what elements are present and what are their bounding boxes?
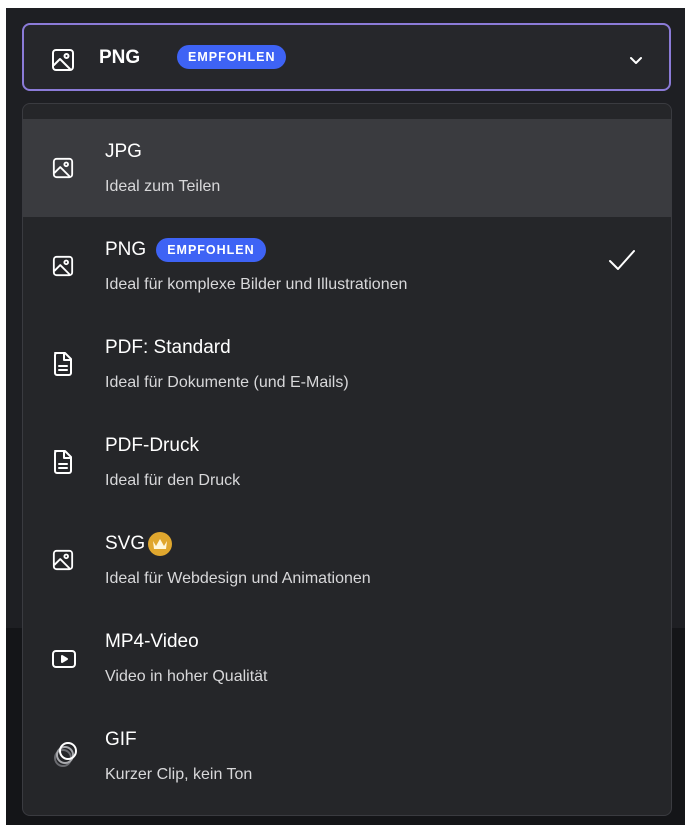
video-icon — [52, 649, 76, 674]
image-icon — [52, 157, 74, 184]
document-icon — [52, 449, 74, 480]
image-icon — [52, 549, 74, 576]
option-description: Ideal für den Druck — [105, 472, 241, 489]
option-title: JPG — [105, 141, 142, 162]
option-jpg[interactable]: JPG Ideal zum Teilen — [23, 119, 671, 217]
option-description: Video in hoher Qualität — [105, 668, 268, 685]
option-description: Ideal für Dokumente (und E-Mails) — [105, 374, 349, 391]
option-title: SVG — [105, 533, 146, 554]
file-type-select[interactable]: PNG EMPFOHLEN — [22, 23, 671, 91]
image-icon — [52, 255, 74, 282]
recommended-badge: EMPFOHLEN — [177, 45, 287, 69]
option-title: MP4-Video — [105, 631, 199, 652]
document-icon — [52, 351, 74, 382]
file-type-dropdown: JPG Ideal zum Teilen PNG EMPFOHLEN Ideal… — [22, 103, 672, 816]
option-title: PDF: Standard — [105, 337, 231, 358]
option-pdf-print[interactable]: PDF-Druck Ideal für den Druck — [23, 413, 671, 511]
image-icon — [51, 48, 75, 77]
option-title: PDF-Druck — [105, 435, 199, 456]
option-title: GIF — [105, 729, 137, 750]
option-mp4[interactable]: MP4-Video Video in hoher Qualität — [23, 609, 671, 707]
option-title: PNG — [105, 239, 147, 260]
option-description: Ideal zum Teilen — [105, 178, 221, 195]
recommended-badge: EMPFOHLEN — [156, 238, 266, 262]
option-description: Ideal für Webdesign und Animationen — [105, 570, 371, 587]
option-svg[interactable]: SVG Ideal für Webdesign und Animationen — [23, 511, 671, 609]
option-png[interactable]: PNG EMPFOHLEN Ideal für komplexe Bilder … — [23, 217, 671, 315]
option-pdf-standard[interactable]: PDF: Standard Ideal für Dokumente (und E… — [23, 315, 671, 413]
option-description: Ideal für komplexe Bilder und Illustrati… — [105, 276, 408, 293]
selected-file-type: PNG — [99, 47, 141, 68]
premium-crown-icon — [148, 532, 173, 556]
chevron-down-icon[interactable] — [628, 52, 644, 73]
option-gif[interactable]: GIF Kurzer Clip, kein Ton — [23, 707, 671, 805]
gif-icon — [52, 739, 80, 774]
checkmark-icon — [608, 249, 636, 276]
option-description: Kurzer Clip, kein Ton — [105, 766, 253, 783]
